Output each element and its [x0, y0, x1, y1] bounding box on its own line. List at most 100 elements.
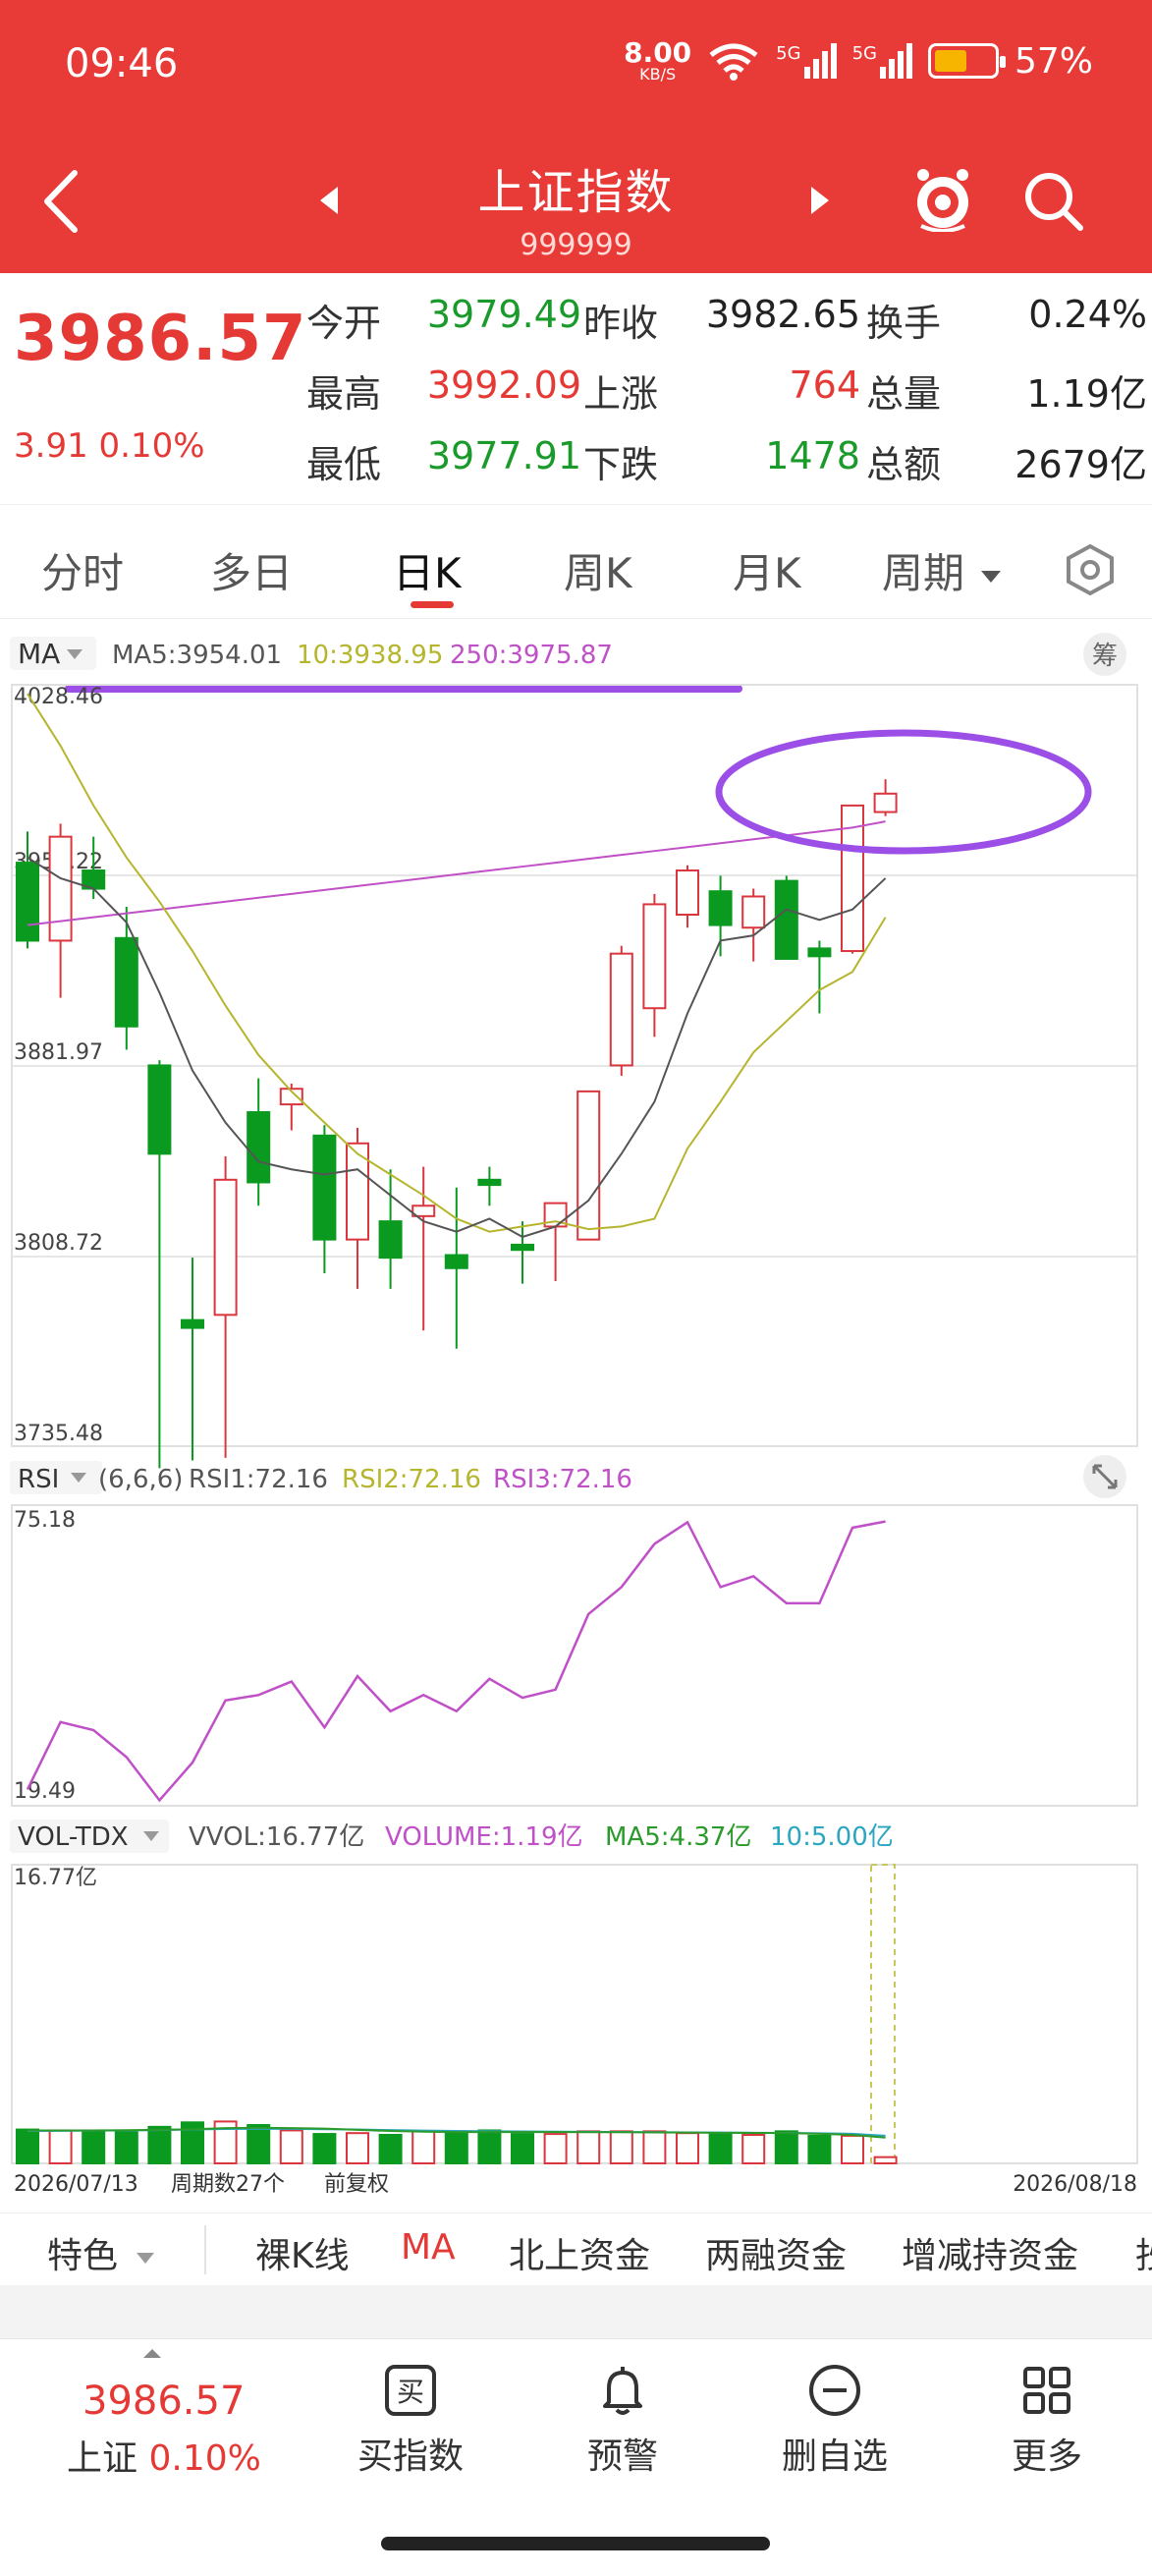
mascot-icon[interactable] — [911, 165, 974, 232]
rsi-panel-frame — [11, 1504, 1138, 1807]
alert-button[interactable]: 预警 — [544, 2363, 701, 2479]
signal-5g-icon-2: 5G — [852, 43, 912, 79]
volume-bar — [543, 2133, 568, 2164]
more-button[interactable]: 更多 — [968, 2363, 1125, 2479]
signal-5g-icon-1: 5G — [776, 43, 837, 79]
tab-multi-day[interactable]: 多日 — [210, 540, 293, 600]
change-value: 3.91 — [14, 426, 88, 466]
candle — [247, 1078, 271, 1206]
candle — [774, 875, 798, 960]
candle-body-down — [708, 890, 733, 926]
feature-toolbar: 特色 裸K线 MA 北上资金 两融资金 增减持资金 抄 — [0, 2212, 1152, 2285]
feature-more-cut[interactable]: 抄 — [1135, 2227, 1152, 2278]
rsi-params: (6,6,6) — [98, 1465, 183, 1494]
candle — [642, 893, 667, 1037]
change-percent: 0.10% — [98, 426, 205, 466]
buy-icon-char: 买 — [397, 2376, 424, 2408]
feature-northbound[interactable]: 北上资金 — [509, 2227, 650, 2278]
app-header: 09:46 8.00 KB/S 5G 5G 57% 上证指数 999999 — [0, 0, 1152, 273]
battery-fill — [934, 50, 966, 72]
stat-label: 下跌 — [583, 443, 659, 486]
network-speed-unit: KB/S — [639, 65, 677, 84]
settings-hexagon-icon[interactable] — [1061, 540, 1120, 599]
feature-ma[interactable]: MA — [401, 2227, 456, 2268]
tab-period[interactable]: 周期 — [882, 540, 1002, 600]
candlesticks — [16, 779, 898, 1469]
tab-daily-k[interactable]: 日K — [393, 540, 462, 600]
candle — [312, 1125, 337, 1274]
stat-value: 3992.09 — [426, 364, 581, 407]
volume-bar — [807, 2134, 832, 2164]
feature-naked-k[interactable]: 裸K线 — [255, 2227, 350, 2278]
candle — [114, 907, 138, 1050]
volume-bar — [676, 2132, 699, 2165]
expand-up-icon[interactable] — [143, 2349, 161, 2358]
stat-label: 换手 — [866, 302, 942, 345]
candle-body-down — [807, 947, 832, 958]
volume-bar — [841, 2134, 864, 2164]
wifi-icon — [709, 43, 758, 81]
ma-indicator-label: MA — [18, 638, 60, 670]
stat-value: 1.19亿 — [1026, 372, 1147, 416]
buy-icon: 买 — [385, 2365, 436, 2416]
vol-panel: 16.77亿 — [11, 1864, 1138, 2164]
candle-body-down — [444, 1254, 468, 1269]
stat-value: 3979.49 — [426, 293, 581, 336]
candle-body-down — [477, 1178, 502, 1187]
remove-watchlist-button[interactable]: 删自选 — [756, 2363, 913, 2479]
candle-body-down — [312, 1134, 337, 1241]
candle-body-up — [609, 952, 633, 1067]
kline-chart-area[interactable]: MA MA5:3954.01 10:3938.95 250:3975.87 筹 … — [0, 619, 1152, 2211]
vol-panel-frame — [11, 1864, 1138, 2164]
volume-bar — [247, 2124, 271, 2164]
tab-intraday[interactable]: 分时 — [41, 540, 124, 600]
quote-panel: 3986.57 3.91 0.10% 今开 3979.49 昨收 3982.65 换手 0… — [0, 273, 1152, 505]
buy-index-button[interactable]: 买 买指数 — [332, 2363, 489, 2479]
buy-index-label: 买指数 — [357, 2436, 464, 2477]
candle — [378, 1169, 403, 1289]
candle — [543, 1202, 568, 1281]
candle-body-down — [16, 862, 39, 942]
minus-circle-icon — [809, 2365, 860, 2416]
candle-body-down — [511, 1243, 534, 1252]
volume-bar — [774, 2130, 798, 2165]
stat-label: 上涨 — [583, 372, 659, 416]
feature-special[interactable]: 特色 — [47, 2227, 155, 2278]
candle-body-down — [247, 1111, 271, 1184]
volume-bar — [312, 2133, 337, 2164]
vvol-value: VVOL:16.77亿 — [189, 1822, 364, 1852]
price-adjust-mode[interactable]: 前复权 — [324, 2172, 389, 2197]
volume-bar — [642, 2130, 667, 2165]
stat-label: 今开 — [306, 302, 382, 345]
volume-value: VOLUME:1.19亿 — [385, 1822, 583, 1852]
chevron-down-icon — [137, 2252, 155, 2264]
volume-bar — [477, 2129, 502, 2164]
volume-bar — [411, 2130, 436, 2165]
vol-indicator-label: VOL-TDX — [18, 1822, 129, 1852]
volume-bar — [114, 2131, 138, 2164]
candle — [807, 940, 832, 1014]
candle-body-up — [741, 895, 766, 929]
candle — [873, 779, 898, 816]
tab-weekly-k[interactable]: 周K — [564, 540, 632, 600]
candle — [576, 1090, 601, 1241]
volume-bar — [279, 2129, 303, 2164]
bell-icon — [603, 2367, 642, 2415]
last-bar-highlight — [870, 1864, 896, 2164]
search-icon[interactable] — [1021, 169, 1086, 234]
ma-legend: MA MA5:3954.01 10:3938.95 250:3975.87 筹 — [10, 633, 1126, 676]
feature-holding-change[interactable]: 增减持资金 — [902, 2227, 1078, 2278]
candle — [147, 1060, 172, 1469]
home-indicator[interactable] — [381, 2537, 770, 2550]
next-stock-arrow-icon[interactable] — [811, 187, 829, 214]
price-tick-4: 3735.48 — [14, 1422, 103, 1446]
rsi-tick-min: 19.49 — [14, 1779, 76, 1804]
tab-monthly-k[interactable]: 月K — [733, 540, 801, 600]
network-speed-value: 8.00 — [624, 36, 692, 69]
stat-value: 3977.91 — [426, 434, 581, 477]
feature-special-label: 特色 — [47, 2236, 119, 2276]
feature-margin[interactable]: 两融资金 — [705, 2227, 847, 2278]
current-price: 3986.57 — [14, 303, 307, 375]
candle-body-up — [576, 1090, 601, 1241]
candle-body-down — [378, 1220, 403, 1260]
